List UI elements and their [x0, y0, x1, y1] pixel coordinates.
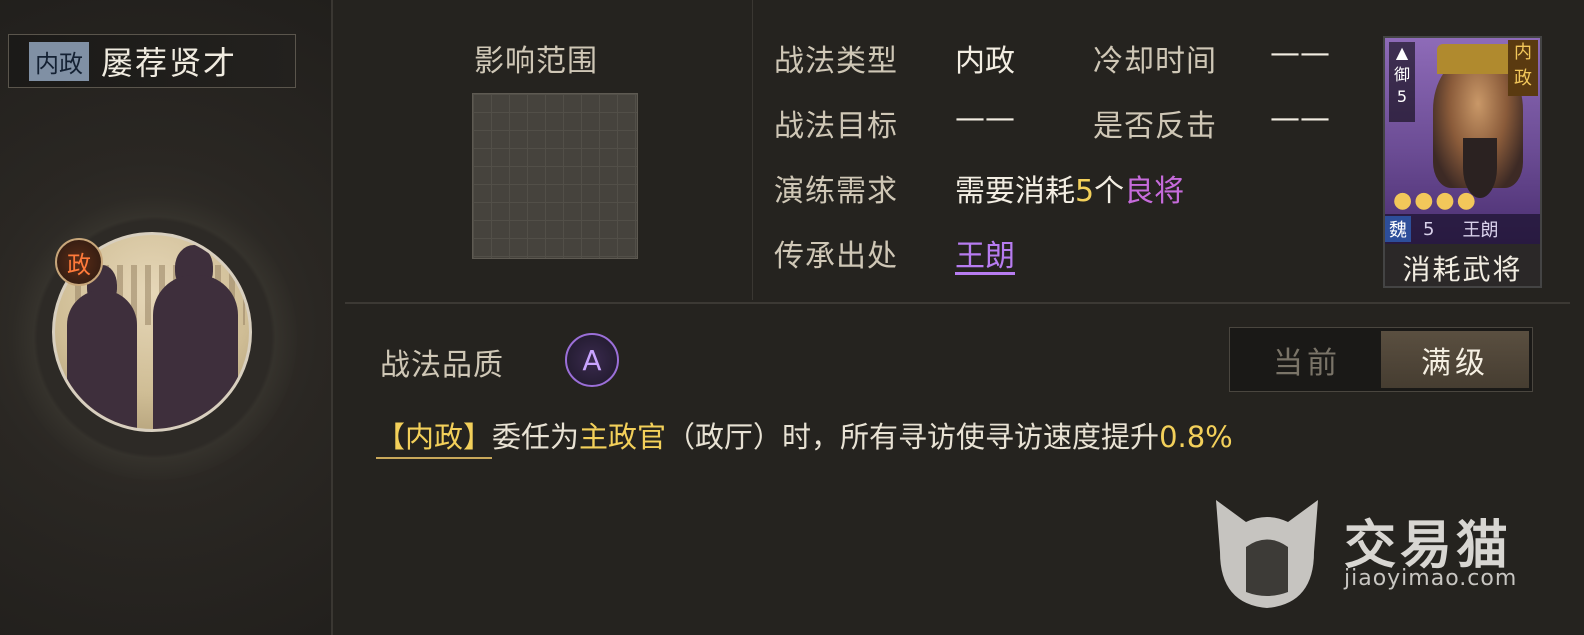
- skill-title-bar: 内政 屡荐贤才: [8, 34, 296, 88]
- general-info-bar: 魏 5 王朗: [1385, 214, 1540, 244]
- description-highlight: 主政官: [579, 420, 667, 454]
- range-title: 影响范围: [474, 44, 598, 79]
- rank-char: 御: [1393, 65, 1410, 84]
- quality-label: 战法品质: [380, 348, 504, 383]
- jiaoyimao-logo-icon: [1216, 500, 1318, 608]
- kingdom-badge: 魏: [1385, 216, 1411, 242]
- description-text: 委任为: [492, 420, 580, 454]
- portrait-figure-right: [153, 275, 238, 429]
- quality-grade-badge: A: [565, 333, 619, 387]
- target-value: ——: [955, 101, 1015, 136]
- skill-type-tag: 内政: [29, 41, 89, 81]
- general-type-badge: 内政: [1508, 40, 1538, 96]
- rank-icon: ▲: [1395, 43, 1409, 62]
- consume-general-label: 消耗武将: [1402, 253, 1523, 286]
- general-portrait: ▲ 御 5 内政 ●●●● 魏 5 王朗: [1385, 38, 1540, 244]
- general-hat: [1437, 44, 1519, 74]
- drill-unit: 个: [1094, 174, 1125, 209]
- general-level: 5: [1423, 218, 1435, 240]
- toggle-max-button[interactable]: 满级: [1381, 331, 1529, 388]
- range-info-divider: [752, 0, 753, 300]
- level-toggle: 当前 满级: [1229, 327, 1533, 392]
- counter-label: 是否反击: [1093, 109, 1217, 144]
- politics-emblem-icon: 政: [55, 238, 103, 286]
- origin-general-link[interactable]: 王朗: [955, 231, 1015, 275]
- skill-description: 【内政】委任为主政官（政厅）时，所有寻访使寻访速度提升0.8%: [376, 414, 1233, 459]
- watermark-url: jiaoyimao.com: [1344, 566, 1518, 591]
- consume-general-card[interactable]: ▲ 御 5 内政 ●●●● 魏 5 王朗 消耗武将: [1383, 36, 1542, 288]
- section-divider: [345, 302, 1570, 304]
- counter-value: ——: [1270, 101, 1330, 136]
- skill-name: 屡荐贤才: [101, 44, 238, 82]
- left-panel-divider: [331, 0, 333, 635]
- origin-label: 传承出处: [774, 239, 898, 274]
- rank-num: 5: [1396, 87, 1408, 106]
- cooldown-value: ——: [1270, 36, 1330, 71]
- toggle-current-button[interactable]: 当前: [1233, 331, 1381, 388]
- general-rank-badge: ▲ 御 5: [1389, 42, 1415, 122]
- description-tag: 【内政】: [376, 420, 493, 459]
- range-grid: [472, 93, 638, 259]
- skill-type-label: 战法类型: [774, 44, 898, 79]
- general-name: 王朗: [1462, 220, 1499, 241]
- description-text: （政厅）时，所有寻访使寻访速度提升: [666, 420, 1160, 454]
- cooldown-label: 冷却时间: [1093, 44, 1217, 79]
- drill-item: 良将: [1124, 174, 1185, 209]
- portrait-figure-left: [67, 290, 137, 429]
- skill-type-value: 内政: [955, 44, 1015, 79]
- drill-label: 演练需求: [774, 174, 898, 209]
- general-stars: ●●●●: [1393, 188, 1478, 213]
- drill-count: 5: [1075, 174, 1095, 209]
- drill-requirement: 需要消耗5个良将: [955, 166, 1184, 210]
- description-value: 0.8%: [1159, 420, 1233, 454]
- drill-prefix: 需要消耗: [955, 174, 1075, 209]
- target-label: 战法目标: [774, 109, 898, 144]
